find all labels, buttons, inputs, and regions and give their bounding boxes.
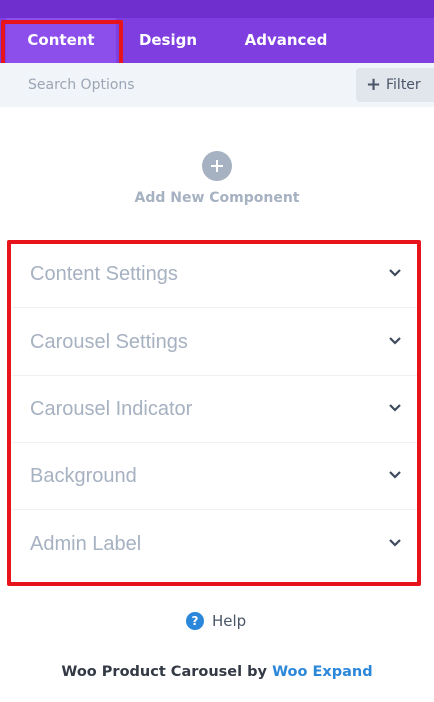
plus-icon: + bbox=[366, 74, 382, 95]
toggle-admin-label[interactable]: Admin Label bbox=[12, 510, 418, 578]
plus-icon bbox=[211, 160, 223, 172]
footer-link[interactable]: Woo Expand bbox=[272, 664, 373, 680]
toggle-title: Background bbox=[30, 465, 137, 487]
toggle-title: Admin Label bbox=[30, 533, 142, 555]
footer-credit: Woo Product Carousel by Woo Expand bbox=[0, 664, 434, 680]
toggle-content-settings[interactable]: Content Settings bbox=[12, 240, 418, 308]
search-input[interactable] bbox=[16, 69, 336, 101]
add-component-button[interactable] bbox=[202, 151, 232, 181]
chevron-down-icon bbox=[389, 337, 401, 345]
toggle-carousel-settings[interactable]: Carousel Settings bbox=[12, 308, 418, 376]
chevron-down-icon bbox=[389, 404, 401, 412]
footer-prefix: Woo Product Carousel by bbox=[61, 664, 267, 680]
toggle-background[interactable]: Background bbox=[12, 442, 418, 510]
chevron-down-icon bbox=[389, 269, 401, 277]
help-label: Help bbox=[212, 612, 247, 630]
chevron-down-icon bbox=[389, 539, 401, 547]
tab-content[interactable]: Content bbox=[6, 18, 116, 63]
filter-label: Filter bbox=[386, 77, 421, 93]
tab-design[interactable]: Design bbox=[128, 18, 208, 63]
toggle-title: Content Settings bbox=[30, 263, 178, 285]
tab-bar: Content Design Advanced bbox=[0, 18, 434, 63]
toggle-title: Carousel Indicator bbox=[30, 398, 193, 420]
chevron-down-icon bbox=[389, 471, 401, 479]
filter-button[interactable]: + Filter bbox=[356, 68, 434, 102]
add-component-label[interactable]: Add New Component bbox=[0, 190, 434, 206]
toggle-title: Carousel Settings bbox=[30, 331, 188, 353]
question-icon: ? bbox=[186, 612, 204, 630]
top-strip bbox=[0, 0, 434, 18]
toggle-carousel-indicator[interactable]: Carousel Indicator bbox=[12, 375, 418, 443]
tab-advanced[interactable]: Advanced bbox=[236, 18, 336, 63]
